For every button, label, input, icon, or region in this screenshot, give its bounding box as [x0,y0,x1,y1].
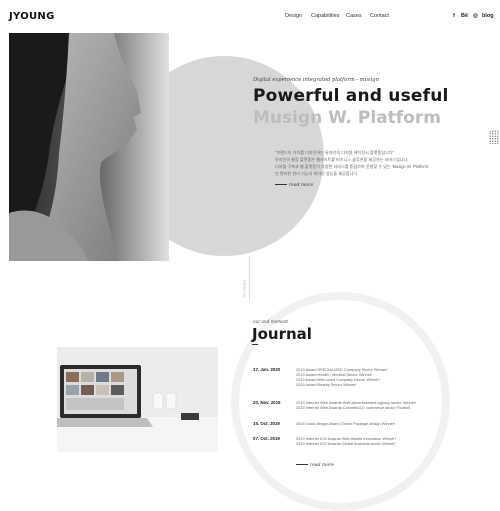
journal-title: Journal [252,325,312,343]
journal-entry-list[interactable]: 2019 Good design Award Online Package de… [296,421,395,426]
hero-title: Powerful and useful [253,86,449,106]
nav-design[interactable]: Design [285,13,302,19]
description-line: 디지털 구축과 웹 플랫폼이 다양한 서비스를 통합하여 운영할 수 있는 'M… [275,164,429,169]
journal-entry-list[interactable]: 2019 Award SPECIALIZED Company Sector Wi… [296,367,387,387]
site-logo[interactable]: JYOUNG [9,11,55,22]
journal-subtitle: our and moment [253,319,289,324]
nav-contact[interactable]: Contact [370,13,389,19]
journal-entry[interactable]: 2019 Internet Web Awards Cosmetic/LE com… [296,405,416,410]
journal-entry-list[interactable]: 2019 Internet Web Awards Web Advertiseme… [296,400,416,410]
journal-entry[interactable]: 2019 Good design Award Online Package de… [296,421,395,426]
journal-date: 20. Nov. 2019 [253,400,281,405]
description-line: "브랜드의 가치를 디자인하는 뮤자인의 디지털 에이전시 플랫폼입니다" [275,150,394,155]
blog-icon[interactable]: blog [482,13,494,19]
hero-tagline: Digital experience integrated platform -… [253,77,379,83]
journal-read-more-link[interactable]: read more [296,463,334,468]
section-divider-line [249,256,250,301]
journal-date: 07. Oct. 2019 [253,436,280,441]
journal-entry[interactable]: 2019 Internet ICO Awards Global business… [296,441,396,446]
description-line: 은 편리한 관리 기능과 뛰어난 성능을 제공합니다. [275,171,359,176]
hero-portrait-image [9,33,169,261]
journal-entry-list[interactable]: 2019 Internet ICO Awards Web Assets Inno… [296,436,396,446]
journal-date: 17. Jan. 2020 [253,367,281,372]
read-more-line [275,184,287,185]
vertical-section-label: SERVICE [242,280,246,299]
journal-laptop-image [57,347,218,452]
hero-read-more-link[interactable]: read more [275,183,313,188]
nav-capabilities[interactable]: Capabilities [311,13,339,19]
hero-description: "브랜드의 가치를 디자인하는 뮤자인의 디지털 에이전시 플랫폼입니다" 뮤자… [275,149,455,177]
nav-cases[interactable]: Cases [346,13,362,19]
read-more-label: read more [289,183,314,188]
journal-date: 15. Oct. 2019 [253,421,280,426]
decorative-dot-grid [489,130,499,144]
journal-entry[interactable]: 2019 Award Beauty Sector Winner! [296,382,387,387]
read-more-line [296,464,308,465]
journal-title-rule [252,344,258,345]
hero-subtitle: Musign W. Platform [253,108,441,128]
instagram-icon[interactable]: ◎ [473,13,478,19]
read-more-label: read more [310,463,335,468]
description-line: 뮤자인의 통합 플랫폼은 웹사이트를 비즈니스 솔루션을 제공하는 서비스입니다… [275,157,409,162]
facebook-icon[interactable]: f [453,13,455,19]
behance-icon[interactable]: Bē [461,13,468,19]
